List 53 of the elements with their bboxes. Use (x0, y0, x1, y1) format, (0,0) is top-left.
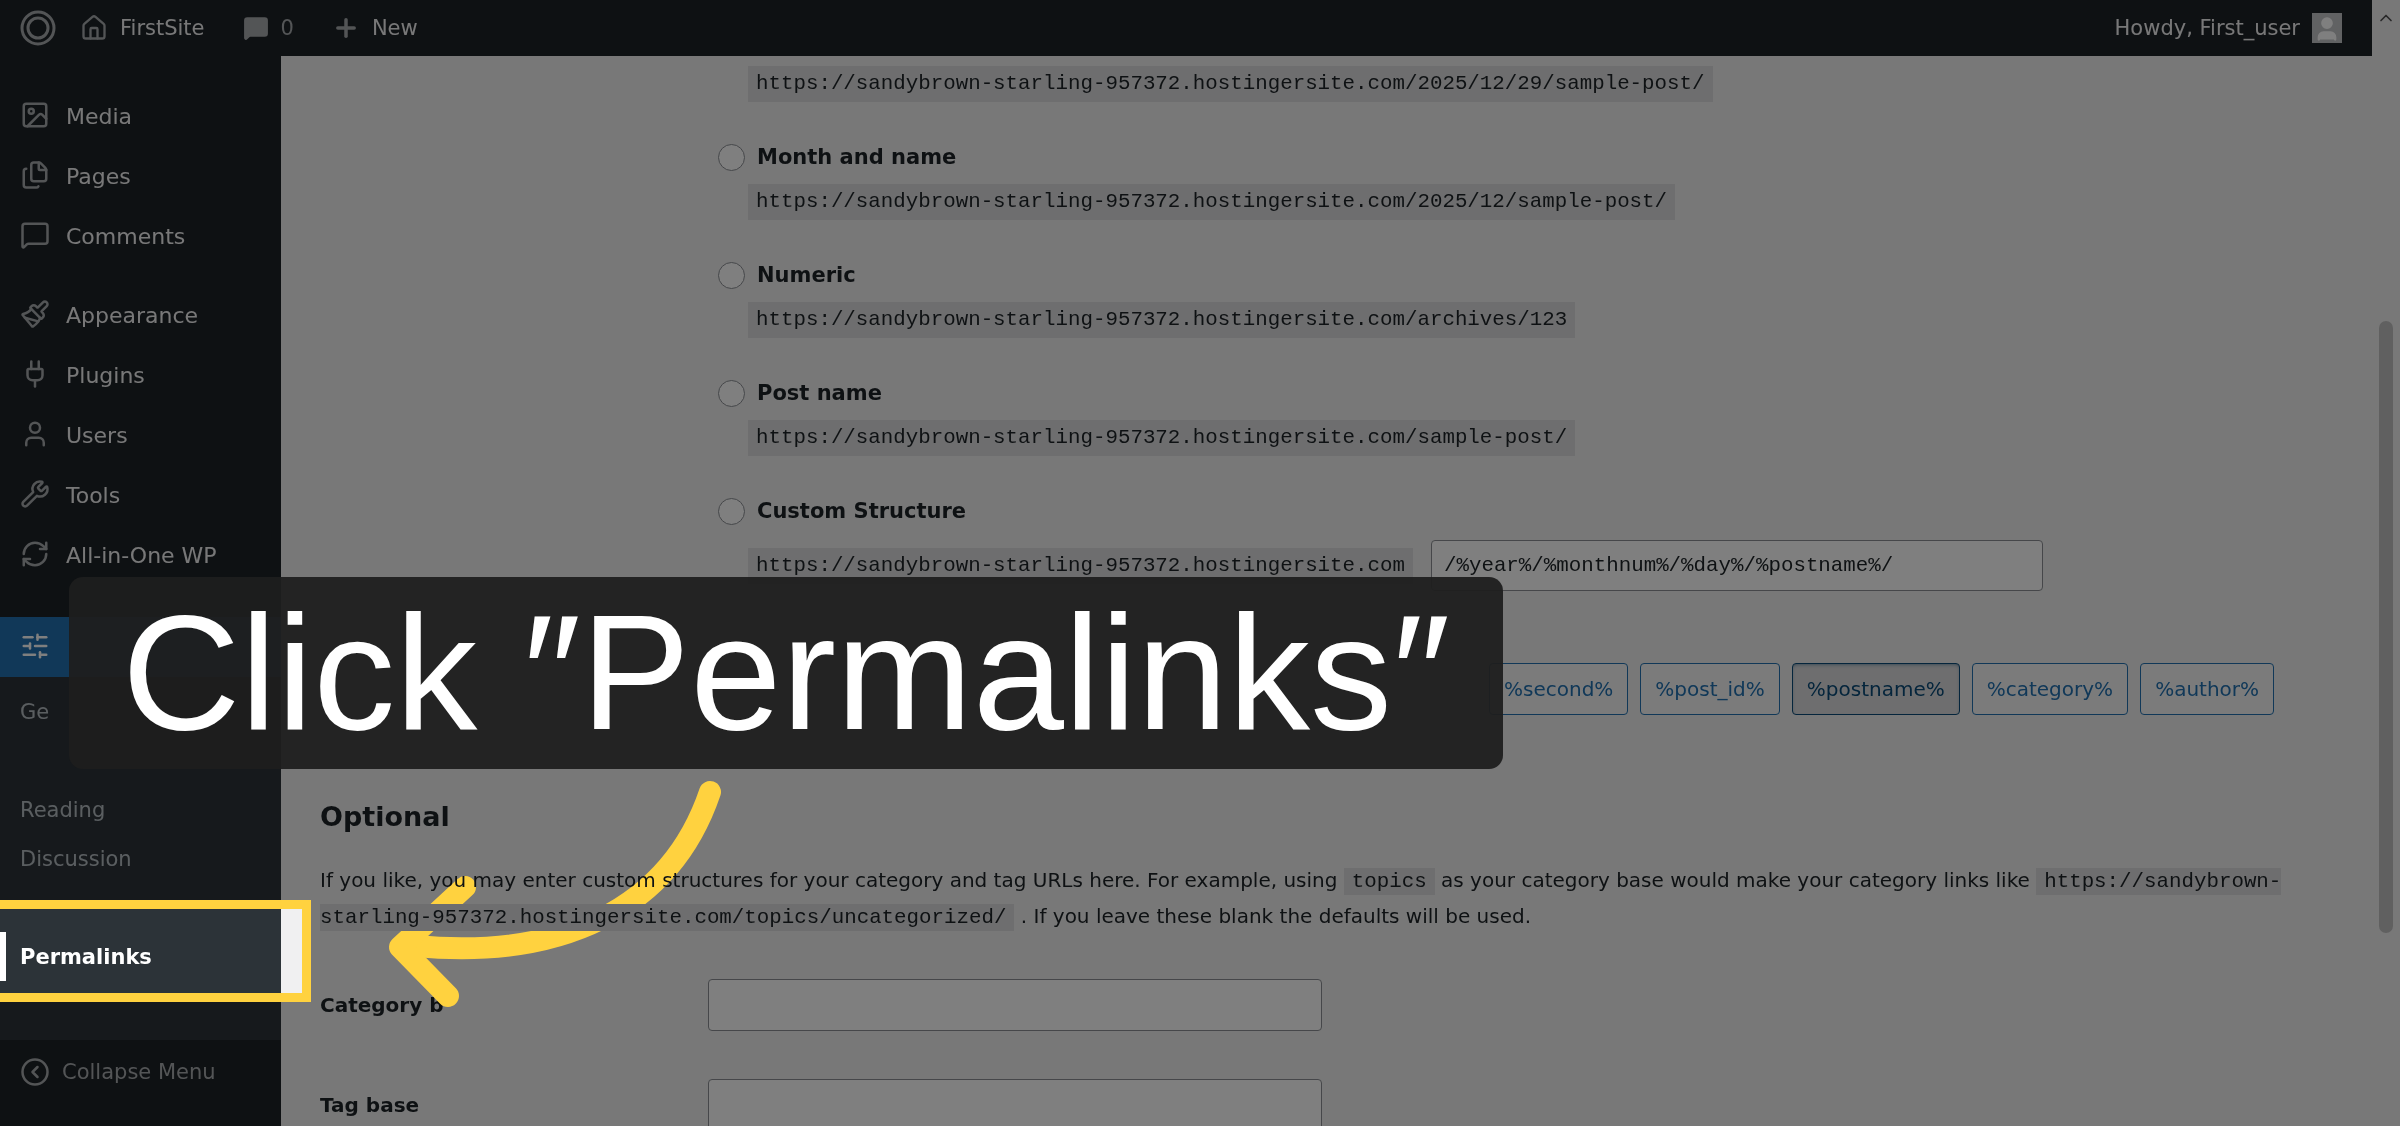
tag-button[interactable]: %author% (2140, 663, 2275, 715)
radio-button[interactable] (718, 497, 745, 525)
radio-button[interactable] (718, 379, 745, 407)
option-label: Month and name (757, 145, 957, 169)
avatar-icon (2312, 13, 2342, 43)
site-name-link[interactable]: FirstSite (66, 14, 219, 42)
speech-bubble-icon (20, 220, 50, 250)
sidebar-item[interactable]: Comments (0, 206, 281, 266)
tag-button[interactable]: %postname% (1791, 663, 1960, 715)
sidebar-item[interactable]: Users (0, 405, 281, 465)
section-heading: Optional (320, 800, 451, 834)
permalink-option[interactable]: Post name (708, 375, 2372, 411)
sidebar-item[interactable]: Appearance (0, 285, 281, 345)
radio-button[interactable] (718, 143, 745, 171)
field-label: Category b (320, 993, 445, 1017)
image-icon (20, 100, 50, 130)
field-label: Tag base (320, 1093, 421, 1117)
url-example: https://sandybrown-starling-957372.hostingersite.com/2025/12/29/sample-post/ (748, 66, 1713, 102)
radio-button[interactable] (718, 261, 745, 289)
submenu-item[interactable]: Reading (0, 785, 281, 834)
home-icon (80, 14, 108, 42)
submenu-item[interactable]: Discussion (0, 834, 281, 883)
tag-button[interactable]: %category% (1971, 663, 2129, 715)
speech-bubble-icon (242, 15, 269, 41)
pages-icon (20, 160, 50, 190)
input-field[interactable] (708, 979, 1322, 1031)
option-label: Post name (757, 381, 882, 405)
refresh-icon (20, 539, 50, 569)
account-link[interactable]: Howdy, First_user (2100, 13, 2356, 43)
sidebar-item[interactable]: Media (0, 86, 281, 146)
paintbrush-icon (20, 299, 50, 329)
sidebar-item[interactable]: Plugins (0, 345, 281, 405)
input-field[interactable] (708, 1079, 1322, 1126)
wrench-icon (20, 479, 50, 509)
permalink-option[interactable]: Custom Structure (708, 493, 2372, 529)
sidebar-item[interactable]: Pages (0, 146, 281, 206)
option-label: Custom Structure (757, 499, 967, 523)
url-example: https://sandybrown-starling-957372.hostingersite.com/archives/123 (748, 302, 1576, 338)
comments-link[interactable]: 0 (228, 15, 308, 41)
collapse-icon (20, 1057, 50, 1087)
option-label: Numeric (757, 263, 856, 287)
new-link[interactable]: New (317, 14, 432, 42)
sidebar-item[interactable]: Tools (0, 465, 281, 525)
url-example: https://sandybrown-starling-957372.hostingersite.com/sample-post/ (748, 420, 1576, 456)
url-example: https://sandybrown-starling-957372.hostingersite.com/2025/12/sample-post/ (748, 184, 1676, 220)
custom-structure-field[interactable]: /%year%/%monthnum%/%day%/%postname%/ (1430, 540, 2043, 591)
sliders-icon (20, 631, 50, 661)
permalink-option[interactable]: Month and name (708, 139, 2372, 175)
collapse-menu-button[interactable]: Collapse Menu (0, 1042, 281, 1102)
tag-button[interactable]: %post_id% (1640, 663, 1780, 715)
logo-icon[interactable] (20, 10, 56, 46)
callout-banner: Click ″Permalinks″ (69, 577, 1503, 769)
permalink-option[interactable]: Numeric (708, 257, 2372, 293)
